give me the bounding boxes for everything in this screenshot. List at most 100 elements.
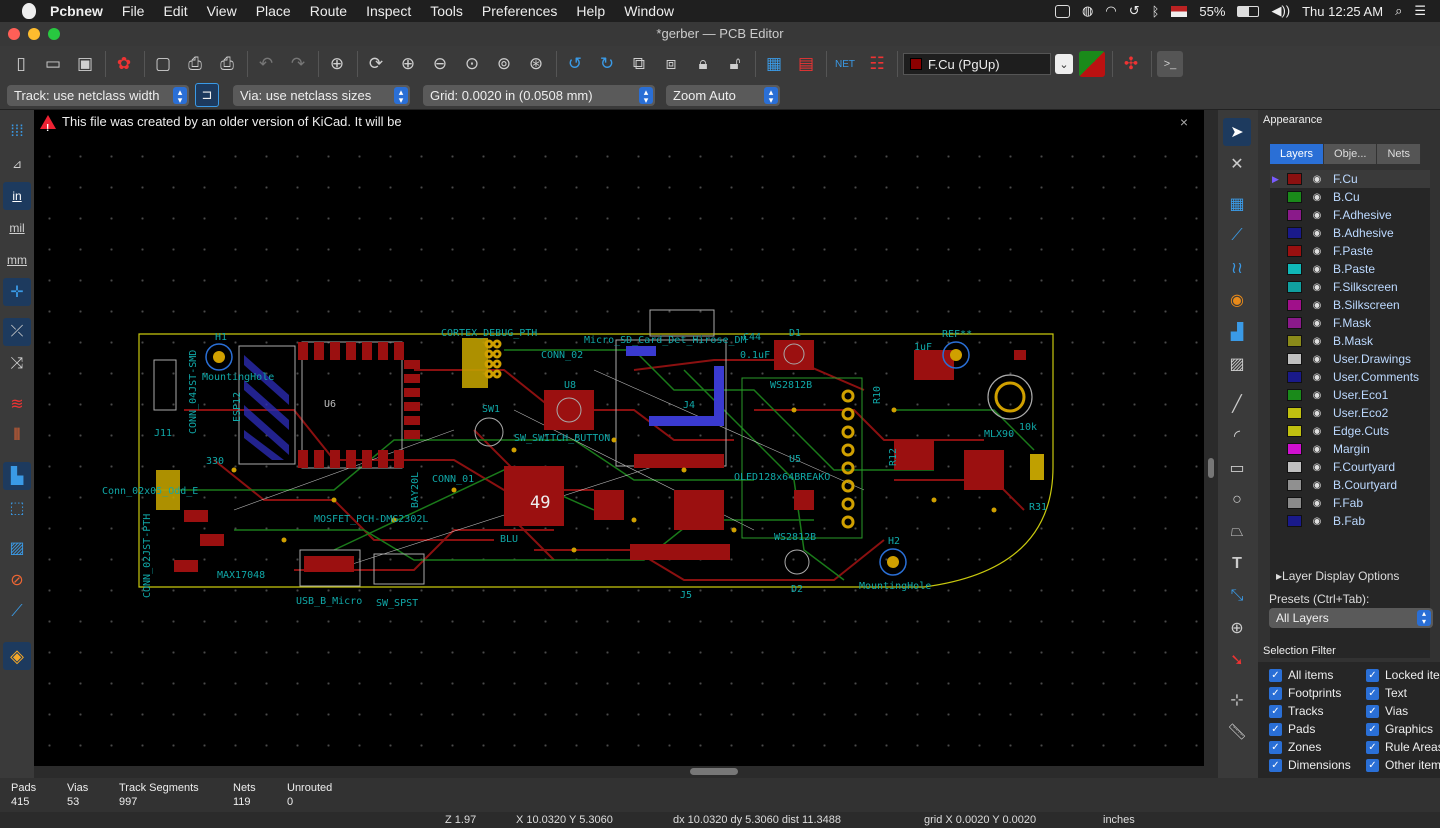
status-app-icon[interactable]	[1055, 4, 1071, 18]
filter-checkbox[interactable]: ✓ Footprints	[1269, 686, 1341, 700]
redo-icon[interactable]: ↷	[285, 51, 311, 77]
polar-coords-icon[interactable]: ⊿	[3, 150, 31, 178]
flag-icon[interactable]	[1171, 5, 1188, 17]
tune-length-icon[interactable]: ≀≀	[1223, 254, 1251, 282]
menu-help[interactable]: Help	[576, 3, 605, 19]
cursor-crosshair-icon[interactable]: ✛	[3, 278, 31, 306]
new-board-icon[interactable]: ▯	[8, 51, 34, 77]
rotate-cw-icon[interactable]: ↻	[594, 51, 620, 77]
layer-color-swatch[interactable]	[1287, 227, 1302, 239]
filter-checkbox[interactable]: ✓ Rule Areas	[1366, 740, 1440, 754]
eye-icon[interactable]: ◉	[1310, 174, 1324, 185]
layer-color-swatch[interactable]	[1287, 245, 1302, 257]
add-zone-icon[interactable]: ▟	[1223, 318, 1251, 346]
eye-icon[interactable]: ◉	[1310, 444, 1324, 455]
eye-icon[interactable]: ◉	[1310, 282, 1324, 293]
open-icon[interactable]: ▭	[40, 51, 66, 77]
eye-icon[interactable]: ◉	[1310, 390, 1324, 401]
layer-row[interactable]: ◉ User.Eco2	[1270, 404, 1430, 422]
filter-checkbox[interactable]: ✓ Vias	[1366, 704, 1408, 718]
layer-color-swatch[interactable]	[1287, 209, 1302, 221]
layer-alignment-target-icon[interactable]: ⊕	[1223, 614, 1251, 642]
board-setup-icon[interactable]: ✿	[111, 51, 137, 77]
eye-icon[interactable]: ◉	[1310, 246, 1324, 257]
zoom-objects-icon[interactable]: ⊚	[491, 51, 517, 77]
rotate-ccw-icon[interactable]: ↺	[562, 51, 588, 77]
menu-window[interactable]: Window	[624, 3, 674, 19]
plot-icon[interactable]: ⎙	[214, 51, 240, 77]
track-outline-icon[interactable]: ⬚	[3, 494, 31, 522]
zoom-select[interactable]: Zoom Auto ▴ ▾	[666, 85, 780, 106]
zoom-fit-icon[interactable]: ⊙	[459, 51, 485, 77]
layer-row[interactable]: ◉ F.Paste	[1270, 242, 1430, 260]
zoom-out-icon[interactable]: ⊖	[427, 51, 453, 77]
filter-checkbox[interactable]: ✓ Tracks	[1269, 704, 1324, 718]
layer-row[interactable]: ◉ User.Eco1	[1270, 386, 1430, 404]
python-console-icon[interactable]: >_	[1157, 51, 1183, 77]
eye-icon[interactable]: ◉	[1310, 336, 1324, 347]
find-icon[interactable]: ⊕	[324, 51, 350, 77]
layer-color-swatch[interactable]	[1287, 407, 1302, 419]
layer-color-swatch[interactable]	[1287, 353, 1302, 365]
eye-icon[interactable]: ◉	[1310, 354, 1324, 365]
measure-icon[interactable]: 📏︎	[1223, 718, 1251, 746]
layer-row[interactable]: ◉ F.Silkscreen	[1270, 278, 1430, 296]
add-keepout-icon[interactable]: ▨	[1223, 350, 1251, 378]
battery-percent[interactable]: 55%	[1199, 4, 1225, 19]
menu-inspect[interactable]: Inspect	[366, 3, 411, 19]
layer-pair-icon[interactable]	[1079, 51, 1105, 77]
netlist-icon[interactable]: NET	[832, 51, 858, 77]
filter-checkbox[interactable]: ✓ Zones	[1269, 740, 1321, 754]
filter-checkbox[interactable]: ✓ Dimensions	[1269, 758, 1351, 772]
layer-row[interactable]: ◉ B.Silkscreen	[1270, 296, 1430, 314]
grid-origin-icon[interactable]: ⊹	[1223, 686, 1251, 714]
eye-icon[interactable]: ◉	[1310, 408, 1324, 419]
local-ratsnest-icon[interactable]: ✕	[1223, 150, 1251, 178]
menu-route[interactable]: Route	[310, 3, 347, 19]
draw-line-icon[interactable]: ╱	[1223, 390, 1251, 418]
layer-row[interactable]: ◉ F.Adhesive	[1270, 206, 1430, 224]
microwave-icon[interactable]: ⟋	[3, 598, 31, 626]
print-icon[interactable]: ⎙	[182, 51, 208, 77]
scripting-plugin-icon[interactable]: ✣	[1118, 51, 1144, 77]
globe-icon[interactable]: ◍	[1082, 3, 1093, 19]
menu-place[interactable]: Place	[256, 3, 291, 19]
high-contrast-icon[interactable]: ▨	[3, 534, 31, 562]
add-dimension-icon[interactable]: ⤡	[1223, 582, 1251, 610]
via-size-select[interactable]: Via: use netclass sizes ▴ ▾	[233, 85, 410, 106]
layer-color-swatch[interactable]	[1287, 425, 1302, 437]
notification-center-icon[interactable]: ☰	[1414, 3, 1426, 19]
select-arrow-icon[interactable]: ➤	[1223, 118, 1251, 146]
layer-color-swatch[interactable]	[1287, 173, 1302, 185]
add-via-icon[interactable]: ◉	[1223, 286, 1251, 314]
layers-manager-icon[interactable]: ◈	[3, 642, 31, 670]
chevron-down-icon[interactable]: ⌄	[1055, 54, 1073, 74]
layer-color-swatch[interactable]	[1287, 299, 1302, 311]
footprint-browser-icon[interactable]: ▤	[793, 51, 819, 77]
layer-color-swatch[interactable]	[1287, 371, 1302, 383]
layer-color-swatch[interactable]	[1287, 443, 1302, 455]
tab-objects[interactable]: Obje...	[1324, 144, 1378, 164]
zoom-in-icon[interactable]: ⊕	[395, 51, 421, 77]
draw-rectangle-icon[interactable]: ▭	[1223, 454, 1251, 482]
units-mil-button[interactable]: mil	[3, 214, 31, 242]
scroll-thumb[interactable]	[690, 768, 738, 775]
filter-checkbox[interactable]: ✓ Other item	[1366, 758, 1440, 772]
filter-checkbox[interactable]: ✓ Text	[1366, 686, 1407, 700]
units-inch-button[interactable]: in	[3, 182, 31, 210]
undo-icon[interactable]: ↶	[253, 51, 279, 77]
zoom-window-icon[interactable]	[48, 28, 60, 40]
draw-polygon-icon[interactable]: ⏢	[1223, 518, 1251, 546]
eye-icon[interactable]: ◉	[1310, 426, 1324, 437]
units-mm-button[interactable]: mm	[3, 246, 31, 274]
layer-row[interactable]: ◉ B.Adhesive	[1270, 224, 1430, 242]
eye-icon[interactable]: ◉	[1310, 498, 1324, 509]
layer-row[interactable]: ◉ B.Paste	[1270, 260, 1430, 278]
refresh-icon[interactable]: ⟳	[363, 51, 389, 77]
save-icon[interactable]: ▣	[72, 51, 98, 77]
layer-color-swatch[interactable]	[1287, 479, 1302, 491]
layer-color-swatch[interactable]	[1287, 497, 1302, 509]
eye-icon[interactable]: ◉	[1310, 192, 1324, 203]
track-width-select[interactable]: Track: use netclass width ▴ ▾	[7, 85, 189, 106]
layer-row[interactable]: ◉ B.Mask	[1270, 332, 1430, 350]
